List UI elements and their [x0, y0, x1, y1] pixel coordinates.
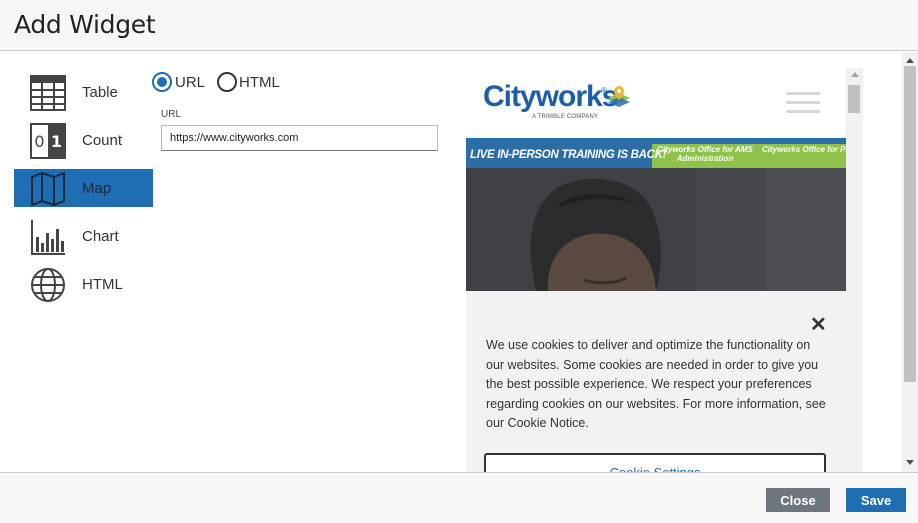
url-radio[interactable] [152, 72, 172, 92]
dialog-scroll-down-icon[interactable] [906, 460, 914, 465]
banner-link-pll[interactable]: Cityworks Office for PLL Administration [762, 145, 846, 154]
widget-type-chart[interactable]: Chart [14, 217, 153, 255]
count-icon: 0 1 [30, 123, 66, 159]
chart-icon [31, 220, 65, 255]
widget-type-map[interactable]: Map [14, 169, 153, 207]
html-radio-label[interactable]: HTML [239, 74, 280, 91]
url-input[interactable] [161, 125, 438, 151]
url-preview-frame[interactable]: Cityworks ® A TRIMBLE COMPANY LIVE IN-PE… [466, 68, 863, 472]
dialog-footer: Close Save [0, 472, 918, 523]
preview-scrollbar[interactable] [846, 68, 863, 472]
save-button[interactable]: Save [846, 488, 906, 512]
dialog-header: Add Widget [0, 0, 918, 51]
close-button[interactable]: Close [766, 488, 830, 512]
dialog-title: Add Widget [14, 10, 156, 39]
widget-type-table[interactable]: Table [14, 73, 153, 111]
count-icon-left-digit: 0 [34, 132, 44, 151]
preview-scroll-up-icon[interactable] [851, 72, 859, 77]
dialog-body: Table 0 1 Count Map Chart HTML URL HTML … [0, 52, 918, 472]
widget-type-label: HTML [82, 276, 123, 293]
banner-headline-box: LIVE IN-PERSON TRAINING IS BACK! [466, 144, 666, 168]
preview-page: Cityworks ® A TRIMBLE COMPANY LIVE IN-PE… [466, 68, 846, 472]
dialog-scrollbar-thumb[interactable] [904, 66, 916, 382]
cityworks-logo[interactable]: Cityworks [483, 80, 618, 114]
cookie-close-icon[interactable]: ✕ [810, 315, 827, 335]
map-icon [31, 172, 65, 206]
url-field-label: URL [161, 109, 182, 120]
hero-photo [466, 168, 846, 291]
dialog-scroll-up-icon[interactable] [906, 58, 914, 63]
logo-tagline: A TRIMBLE COMPANY [532, 114, 599, 120]
widget-type-html[interactable]: HTML [14, 265, 153, 303]
cityworks-logo-mark-icon [608, 86, 630, 107]
html-radio[interactable] [217, 72, 237, 92]
count-icon-right-digit: 1 [51, 132, 62, 151]
preview-scrollbar-thumb[interactable] [848, 85, 860, 113]
widget-type-label: Chart [82, 228, 119, 245]
widget-type-count[interactable]: 0 1 Count [14, 121, 153, 159]
training-banner[interactable]: LIVE IN-PERSON TRAINING IS BACK! Citywor… [466, 138, 846, 168]
cookie-message: We use cookies to deliver and optimize t… [486, 338, 826, 431]
banner-link-ams[interactable]: Cityworks Office for AMS Administration [652, 145, 758, 163]
widget-type-label: Count [82, 132, 123, 149]
table-icon [30, 75, 66, 111]
cookie-settings-button[interactable]: Cookie Settings [484, 453, 826, 472]
banner-headline: LIVE IN-PERSON TRAINING IS BACK! [470, 149, 667, 161]
url-radio-label[interactable]: URL [175, 74, 205, 91]
hero-photo-graphic [466, 168, 846, 291]
cookie-consent-panel: ✕ We use cookies to deliver and optimize… [466, 291, 846, 472]
widget-type-label: Table [82, 84, 118, 101]
dialog-scrollbar[interactable] [902, 52, 918, 472]
widget-type-label: Map [82, 180, 112, 197]
globe-icon [31, 268, 65, 302]
hamburger-menu-icon[interactable] [786, 92, 820, 114]
